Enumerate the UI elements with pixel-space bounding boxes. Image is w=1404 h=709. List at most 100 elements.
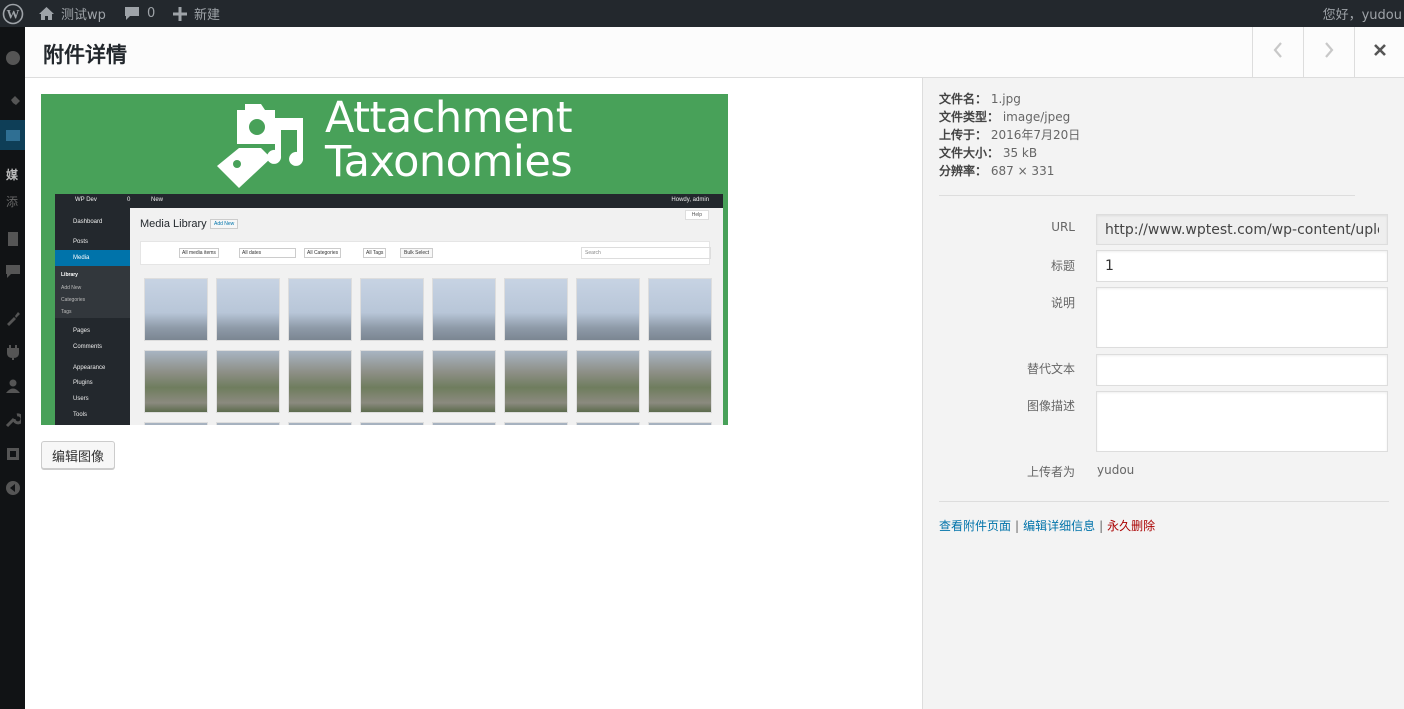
caption-field[interactable] <box>1096 287 1388 348</box>
alt-text-field[interactable] <box>1096 354 1388 386</box>
admin-bar: W 测试wp 0 新建 您好，yudou <box>0 0 1404 27</box>
mock-thumbnail <box>360 422 424 425</box>
alt-text-label: 替代文本 <box>1026 362 1075 376</box>
mock-menu-posts: Posts <box>73 239 89 245</box>
pages-icon[interactable] <box>0 224 25 254</box>
actions-divider <box>939 501 1389 502</box>
mock-thumbnail <box>216 278 280 341</box>
view-attachment-page-link[interactable]: 查看附件页面 <box>939 519 1011 533</box>
banner-line-2: Taxonomies <box>325 137 573 187</box>
filetype-value: image/jpeg <box>1002 110 1071 124</box>
chevron-right-icon <box>1323 41 1335 63</box>
comments-icon[interactable] <box>0 257 25 287</box>
svg-text:W: W <box>7 6 20 21</box>
mock-filter-bar: All media items All dates All Categories… <box>140 241 711 265</box>
mock-adminbar: WP Dev 0 New Howdy, admin <box>55 194 723 208</box>
comments-count: 0 <box>147 6 156 21</box>
modal-title: 附件详情 <box>43 43 127 67</box>
mock-thumbnail <box>288 278 352 341</box>
mock-menu-plugins: Plugins <box>73 380 93 386</box>
home-icon <box>38 6 55 21</box>
mock-thumbnail <box>648 278 712 341</box>
comments-link[interactable]: 0 <box>124 0 155 27</box>
delete-permanently-link[interactable]: 永久删除 <box>1107 519 1155 533</box>
banner-title: Attachment Taxonomies <box>325 96 573 187</box>
next-attachment-button[interactable] <box>1303 27 1354 77</box>
dimensions-label: 分辨率： <box>939 164 988 178</box>
mock-thumbnail-grid <box>144 278 714 425</box>
uploaded-by-value: yudou <box>1097 463 1135 477</box>
mock-thumbnail <box>432 350 496 413</box>
title-label: 标题 <box>1050 259 1075 273</box>
users-icon[interactable] <box>0 371 25 401</box>
mock-filter-1: All media items <box>179 248 219 258</box>
separator: | <box>1099 519 1104 533</box>
mock-thumbnail <box>576 278 640 341</box>
mock-sub-categories: Categories <box>61 297 86 303</box>
description-label: 图像描述 <box>1026 399 1075 413</box>
camera-tag-logo-icon <box>215 98 311 194</box>
attachment-info-sidebar: 文件名： 1.jpg 文件类型： image/jpeg 上传于： 2016年7月… <box>922 78 1404 709</box>
details-divider <box>939 195 1355 196</box>
mock-sub-tags: Tags <box>61 309 72 315</box>
new-content-link[interactable]: 新建 <box>173 0 220 27</box>
mock-thumbnail <box>360 350 424 413</box>
uploaded-label: 上传于： <box>939 128 988 142</box>
close-modal-button[interactable] <box>1354 27 1404 77</box>
close-icon <box>1373 43 1387 61</box>
attachment-image-preview: Attachment Taxonomies WP Dev 0 New Howdy… <box>41 94 728 425</box>
caption-label: 说明 <box>1050 296 1075 310</box>
plugins-icon[interactable] <box>0 337 25 367</box>
mock-bulk-select: Bulk Select <box>400 248 434 258</box>
comment-bubble-icon <box>124 6 140 21</box>
url-field[interactable] <box>1096 214 1388 245</box>
mock-thumbnail <box>144 422 208 425</box>
pin-icon[interactable] <box>0 88 25 118</box>
dashboard-icon[interactable] <box>0 42 25 72</box>
description-field[interactable] <box>1096 391 1388 452</box>
menu-partial-text-1: 媒 <box>6 168 19 182</box>
separator: | <box>1015 519 1020 533</box>
previous-attachment-button[interactable] <box>1252 27 1303 77</box>
attachment-actions: 查看附件页面 | 编辑详细信息 | 永久删除 <box>939 517 1155 534</box>
mock-thumbnail <box>576 350 640 413</box>
mock-admin-screenshot: WP Dev 0 New Howdy, admin Dashboard Post… <box>55 194 723 425</box>
mock-thumbnail <box>648 422 712 425</box>
edit-image-button[interactable]: 编辑图像 <box>41 441 115 469</box>
uploaded-value: 2016年7月20日 <box>990 128 1081 142</box>
mock-howdy: Howdy, admin <box>671 197 709 203</box>
mock-thumbnail <box>432 422 496 425</box>
mock-thumbnail <box>648 350 712 413</box>
site-name-link[interactable]: 测试wp <box>38 0 106 27</box>
filesize-value: 35 kB <box>1002 146 1038 160</box>
appearance-icon[interactable] <box>0 303 25 333</box>
account-greeting[interactable]: 您好，yudou <box>1323 0 1402 27</box>
detail-filetype: 文件类型： image/jpeg <box>939 108 1359 126</box>
mock-help: Help <box>684 210 709 220</box>
mock-thumbnail <box>360 278 424 341</box>
mock-sub-library: Library <box>61 272 78 278</box>
title-field[interactable] <box>1096 250 1388 282</box>
media-icon[interactable] <box>0 120 25 150</box>
mock-new: New <box>151 197 164 203</box>
mock-filter-2: All dates <box>239 248 296 258</box>
wordpress-logo-icon[interactable]: W <box>2 0 24 27</box>
mock-thumbnail <box>504 422 568 425</box>
edit-more-details-link[interactable]: 编辑详细信息 <box>1023 519 1095 533</box>
mock-menu-pages: Pages <box>73 328 91 334</box>
filesize-label: 文件大小： <box>939 146 1000 160</box>
attachment-details-modal: 附件详情 Attachment Taxonomies WP Dev 0 New … <box>25 27 1404 709</box>
settings-icon[interactable] <box>0 439 25 469</box>
collapse-menu-icon[interactable] <box>0 473 25 503</box>
mock-menu-dashboard: Dashboard <box>73 219 103 225</box>
filename-label: 文件名： <box>939 92 988 106</box>
mock-menu-media: Media <box>73 255 90 261</box>
detail-uploaded: 上传于： 2016年7月20日 <box>939 126 1359 144</box>
mock-thumbnail <box>432 278 496 341</box>
mock-sidebar: Dashboard Posts Media Library Add New Ca… <box>55 208 130 425</box>
mock-comments: 0 <box>127 197 131 203</box>
tools-icon[interactable] <box>0 405 25 435</box>
mock-thumbnail <box>216 422 280 425</box>
mock-thumbnail <box>504 278 568 341</box>
mock-add-new: Add New <box>210 219 239 229</box>
